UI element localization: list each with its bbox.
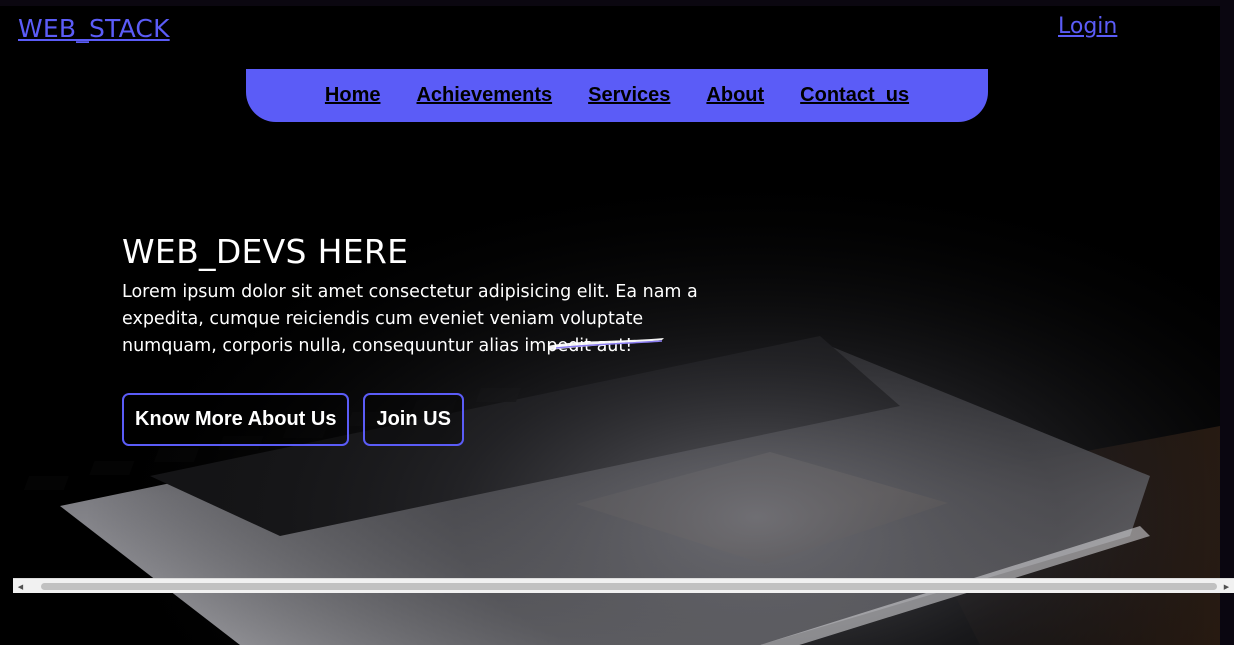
- triangle-right-icon[interactable]: ▶: [1219, 579, 1234, 594]
- horizontal-scrollbar[interactable]: ◀ ▶: [13, 578, 1234, 593]
- login-link[interactable]: Login: [1058, 14, 1117, 39]
- nav-home-link[interactable]: Home: [325, 84, 381, 107]
- window-right-border: [1220, 0, 1234, 645]
- scribble-underline-decoration: [548, 338, 664, 350]
- main-navbar: Home Achievements Services About Contact…: [246, 69, 988, 122]
- know-more-button[interactable]: Know More About Us: [122, 393, 350, 446]
- nav-about-link[interactable]: About: [706, 84, 764, 107]
- hero-section: WEB_DEVS HERE Lorem ipsum dolor sit amet…: [122, 232, 742, 360]
- triangle-left-icon[interactable]: ◀: [13, 579, 28, 594]
- nav-services-link[interactable]: Services: [588, 84, 670, 107]
- site-logo-link[interactable]: WEB_STACK: [18, 14, 170, 43]
- scrollbar-thumb[interactable]: [41, 583, 1217, 590]
- hero-title: WEB_DEVS HERE: [122, 232, 409, 271]
- join-us-button[interactable]: Join US: [363, 393, 464, 446]
- nav-contact-link[interactable]: Contact_us: [800, 84, 909, 107]
- hero-buttons: Know More About Us Join US: [122, 393, 464, 446]
- nav-achievements-link[interactable]: Achievements: [416, 84, 552, 107]
